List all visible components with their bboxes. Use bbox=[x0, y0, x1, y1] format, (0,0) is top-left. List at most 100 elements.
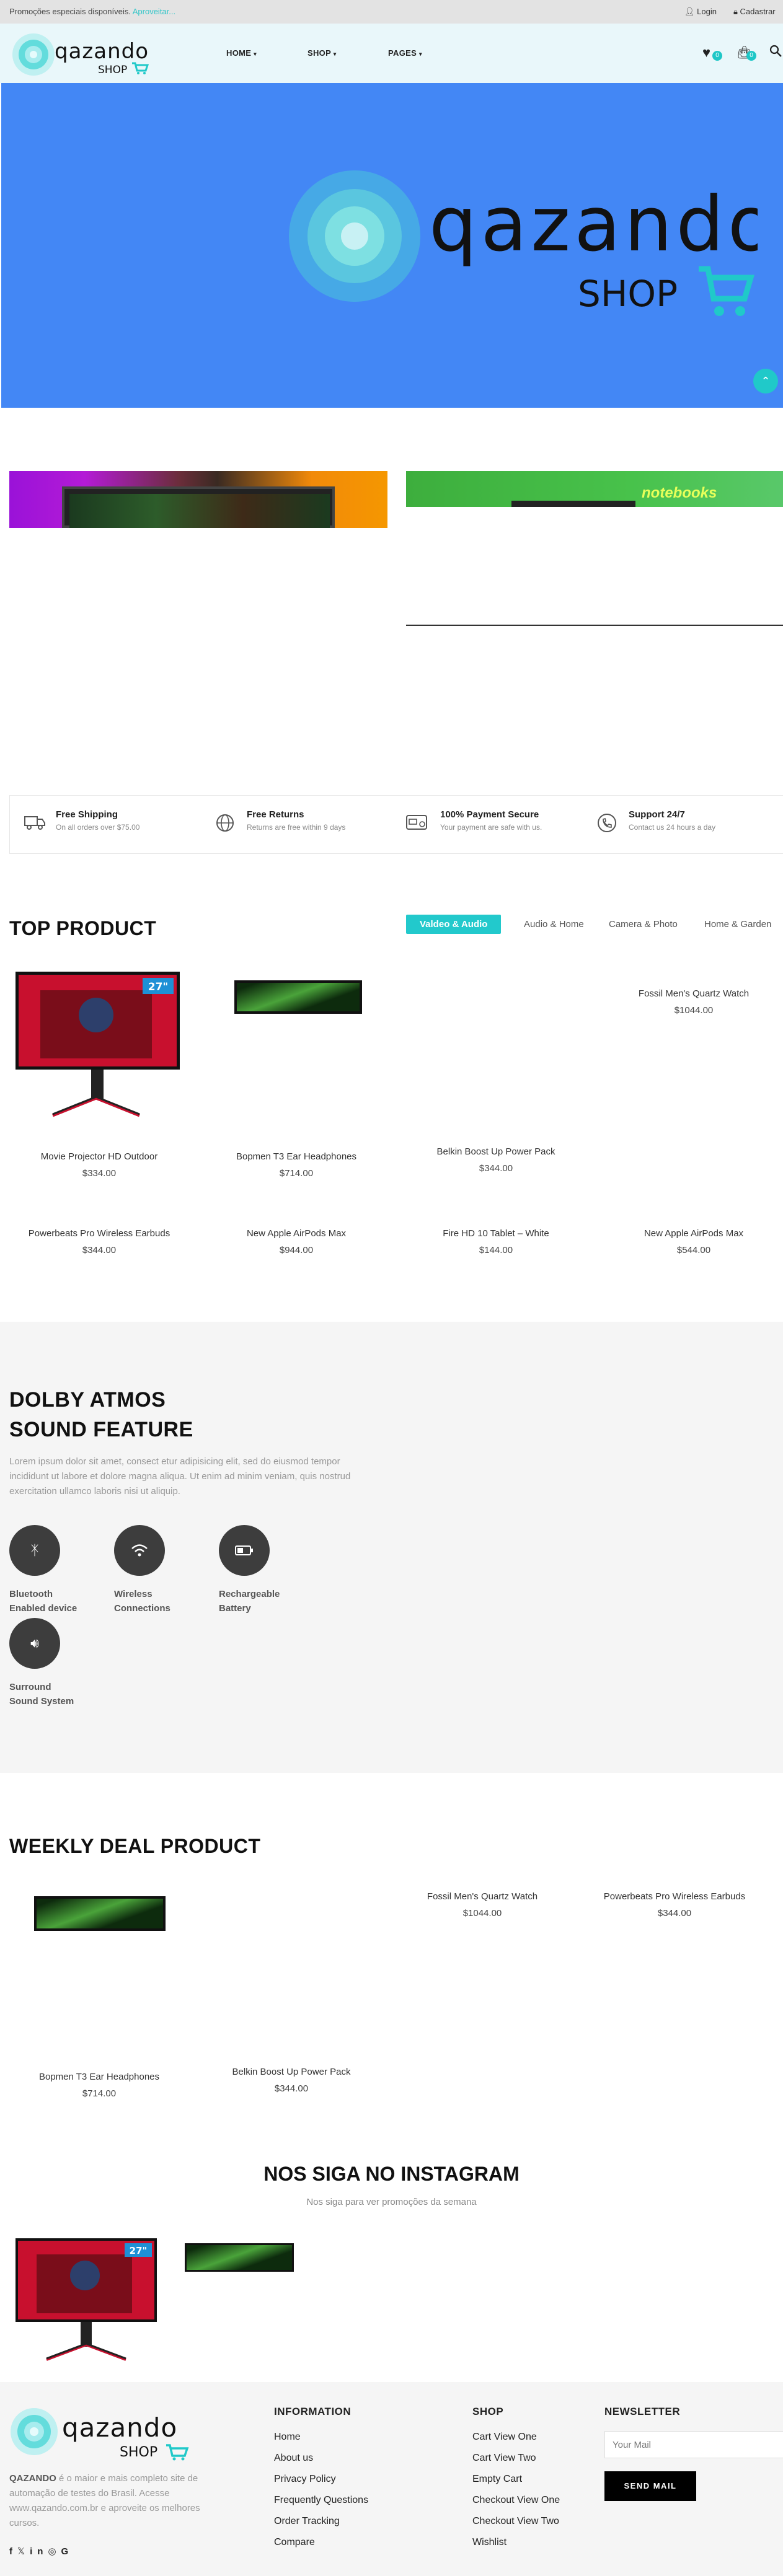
dolby-title: DOLBY ATMOS SOUND FEATURE bbox=[9, 1385, 193, 1444]
footer-about-brand: QAZANDO bbox=[9, 2473, 56, 2484]
footer-shop-title: SHOP bbox=[472, 2406, 504, 2417]
globe-icon bbox=[216, 814, 234, 832]
nav-pages[interactable]: PAGES ▾ bbox=[388, 48, 422, 58]
chevron-down-icon: ▾ bbox=[418, 51, 422, 57]
product-image-laptop[interactable] bbox=[34, 1896, 166, 1931]
hero-logo: qazando SHOP bbox=[289, 170, 758, 316]
product-name[interactable]: Belkin Boost Up Power Pack bbox=[406, 1146, 586, 1157]
product-price: $344.00 bbox=[657, 1908, 692, 1919]
monitor-size-badge: 27" bbox=[148, 981, 169, 993]
cart-count: 0 bbox=[746, 51, 756, 61]
nav-pages-label: PAGES bbox=[388, 48, 417, 58]
tab-video-audio[interactable]: Valdeo & Audio bbox=[406, 915, 502, 934]
send-mail-button[interactable]: SEND MAIL bbox=[604, 2471, 696, 2501]
promo-banner-laptop[interactable] bbox=[9, 471, 387, 528]
chevron-down-icon: ▾ bbox=[333, 51, 337, 57]
chevron-down-icon: ▾ bbox=[254, 51, 257, 57]
google-icon[interactable]: G bbox=[61, 2546, 74, 2557]
battery-icon bbox=[219, 1525, 270, 1576]
speaker-icon: 🔊︎ bbox=[9, 1618, 60, 1669]
tab-audio-home[interactable]: Audio & Home bbox=[524, 919, 584, 930]
nav-shop-label: SHOP bbox=[307, 48, 331, 58]
footer-link[interactable]: Privacy Policy bbox=[274, 2469, 368, 2490]
wishlist-button[interactable]: ♥ 0 bbox=[702, 45, 722, 61]
product-name[interactable]: New Apple AirPods Max bbox=[604, 1228, 783, 1239]
product-name[interactable]: Powerbeats Pro Wireless Earbuds bbox=[585, 1891, 764, 1902]
feature-subtitle: Your payment are safe with us. bbox=[440, 823, 542, 832]
newsletter-email-input[interactable] bbox=[604, 2431, 783, 2458]
product-price: $544.00 bbox=[676, 1245, 711, 1255]
footer-link[interactable]: Cart View One bbox=[472, 2427, 560, 2448]
footer-brand-name: qazando bbox=[62, 2412, 177, 2443]
tab-camera-photo[interactable]: Camera & Photo bbox=[609, 919, 678, 930]
product-price: $1044.00 bbox=[462, 1908, 502, 1919]
tab-home-garden[interactable]: Home & Garden bbox=[704, 919, 771, 930]
phone-icon bbox=[598, 814, 616, 832]
footer-link[interactable]: Checkout View One bbox=[472, 2490, 560, 2511]
nav-shop[interactable]: SHOP ▾ bbox=[307, 48, 337, 58]
bluetooth-icon: ᛡ bbox=[9, 1525, 60, 1576]
product-price: $1044.00 bbox=[674, 1005, 714, 1016]
footer-link[interactable]: Order Tracking bbox=[274, 2511, 368, 2532]
feature-title: Free Shipping bbox=[56, 809, 118, 820]
product-price: $714.00 bbox=[82, 2088, 117, 2099]
product-name[interactable]: Fire HD 10 Tablet – White bbox=[406, 1228, 586, 1239]
user-icon: 👤︎ bbox=[684, 7, 695, 16]
footer-link[interactable]: Wishlist bbox=[472, 2532, 560, 2553]
footer-link[interactable]: Frequently Questions bbox=[274, 2490, 368, 2511]
login-link[interactable]: 👤︎ Login bbox=[684, 7, 717, 17]
footer-link[interactable]: Home bbox=[274, 2427, 368, 2448]
footer-link[interactable]: Cart View Two bbox=[472, 2448, 560, 2469]
footer-link[interactable]: Compare bbox=[274, 2532, 368, 2553]
product-name[interactable]: Bopmen T3 Ear Headphones bbox=[206, 1151, 386, 1162]
cart-button[interactable]: 👜︎ 0 bbox=[737, 45, 756, 61]
product-name[interactable]: Powerbeats Pro Wireless Earbuds bbox=[9, 1228, 189, 1239]
features-bar: Free Shipping On all orders over $75.00 F… bbox=[9, 795, 783, 854]
twitter-icon[interactable]: 𝕏 bbox=[17, 2546, 30, 2557]
nav-home[interactable]: HOME ▾ bbox=[226, 48, 257, 58]
footer-link[interactable]: Empty Cart bbox=[472, 2469, 560, 2490]
lock-icon: 🔒︎ bbox=[733, 7, 738, 16]
footer-about: QAZANDO é o maior e mais completo site d… bbox=[9, 2471, 220, 2531]
promo-text: Promoções especiais disponíveis. Aprovei… bbox=[9, 7, 175, 16]
footer-shop-links: Cart View One Cart View Two Empty Cart C… bbox=[472, 2427, 560, 2553]
site-footer: qazando SHOP QAZANDO é o maior e mais co… bbox=[0, 2382, 783, 2576]
product-price: $334.00 bbox=[82, 1168, 117, 1179]
wishlist-count: 0 bbox=[712, 51, 722, 61]
instagram-image-laptop[interactable] bbox=[185, 2243, 294, 2272]
dolby-feature-label: Wireless Connections bbox=[114, 1589, 170, 1614]
product-price: $714.00 bbox=[279, 1168, 314, 1179]
heart-icon: ♥ bbox=[702, 45, 711, 60]
hero-brand-sub: SHOP bbox=[578, 273, 678, 315]
product-price: $344.00 bbox=[82, 1245, 117, 1255]
footer-logo[interactable]: qazando SHOP bbox=[9, 2406, 195, 2464]
facebook-icon[interactable]: f bbox=[9, 2546, 17, 2557]
instagram-subtitle: Nos siga para ver promoções da semana bbox=[306, 2197, 477, 2207]
promo-banner-notebooks[interactable]: notebooks bbox=[406, 471, 783, 507]
product-name[interactable]: New Apple AirPods Max bbox=[206, 1228, 386, 1239]
footer-link[interactable]: About us bbox=[274, 2448, 368, 2469]
product-image-laptop[interactable] bbox=[234, 980, 362, 1014]
product-name[interactable]: Movie Projector HD Outdoor bbox=[9, 1151, 189, 1162]
register-link[interactable]: 🔒︎ Cadastrar bbox=[733, 7, 776, 17]
chevron-up-icon: ⌃ bbox=[761, 375, 771, 387]
product-name[interactable]: Fossil Men's Quartz Watch bbox=[604, 988, 783, 999]
brand-logo[interactable]: qazando SHOP bbox=[11, 32, 154, 79]
dolby-title-line: SOUND FEATURE bbox=[9, 1418, 193, 1441]
product-name[interactable]: Bopmen T3 Ear Headphones bbox=[9, 2072, 189, 2082]
promo-link[interactable]: Aproveitar... bbox=[133, 7, 175, 16]
linkedin-icon[interactable]: in bbox=[30, 2546, 48, 2557]
footer-link[interactable]: Checkout View Two bbox=[472, 2511, 560, 2532]
notebooks-artwork: notebooks bbox=[642, 485, 717, 501]
brand-sub: SHOP bbox=[98, 64, 127, 76]
instagram-image-monitor[interactable]: 27" bbox=[15, 2238, 157, 2365]
scroll-top-button[interactable]: ⌃ bbox=[753, 369, 778, 393]
dolby-title-line: DOLBY ATMOS bbox=[9, 1388, 166, 1412]
search-icon[interactable] bbox=[769, 45, 782, 60]
product-image-monitor[interactable]: 27" bbox=[15, 972, 180, 1123]
truck-icon bbox=[24, 816, 45, 830]
product-name[interactable]: Fossil Men's Quartz Watch bbox=[392, 1891, 572, 1902]
product-name[interactable]: Belkin Boost Up Power Pack bbox=[201, 2067, 381, 2077]
product-price: $344.00 bbox=[479, 1163, 513, 1174]
instagram-icon[interactable]: ◎ bbox=[48, 2546, 61, 2557]
